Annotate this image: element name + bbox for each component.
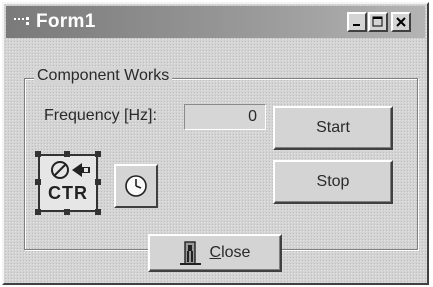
selection-handle[interactable]: [95, 179, 101, 185]
close-label-rest: lose: [221, 244, 251, 261]
timer-component[interactable]: [114, 164, 158, 208]
selection-handle[interactable]: [95, 151, 101, 157]
frequency-field[interactable]: 0: [184, 104, 266, 130]
form-window: Form1 Component Works Frequency [Hz]: 0 …: [2, 2, 429, 285]
selection-handle[interactable]: [35, 151, 41, 157]
selection-handle[interactable]: [64, 209, 70, 215]
window-title: Form1: [36, 11, 96, 32]
group-label: Component Works: [34, 67, 173, 85]
system-menu-icon[interactable]: [14, 17, 32, 27]
frequency-label: Frequency [Hz]:: [44, 107, 157, 124]
stop-button[interactable]: Stop: [273, 160, 393, 204]
counter-label: CTR: [48, 183, 88, 203]
start-button[interactable]: Start: [273, 106, 393, 150]
selection-handle[interactable]: [95, 209, 101, 215]
close-window-button[interactable]: [391, 12, 411, 32]
maximize-button[interactable]: [368, 12, 388, 32]
minimize-button[interactable]: [347, 12, 367, 32]
counter-component[interactable]: CTR: [35, 151, 101, 215]
clock-icon: [125, 175, 147, 197]
title-bar[interactable]: Form1: [6, 6, 425, 38]
close-mnemonic: C: [209, 244, 222, 261]
close-x-icon: [396, 17, 406, 27]
selection-handle[interactable]: [35, 179, 41, 185]
counter-component-icon: [51, 161, 90, 179]
close-button-label: Close: [210, 244, 251, 262]
minimize-icon: [353, 24, 360, 26]
close-button[interactable]: Close: [148, 234, 282, 272]
selection-handle[interactable]: [64, 151, 70, 157]
exit-figure-icon: [179, 241, 201, 265]
maximize-icon: [372, 16, 383, 27]
selection-handle[interactable]: [35, 209, 41, 215]
